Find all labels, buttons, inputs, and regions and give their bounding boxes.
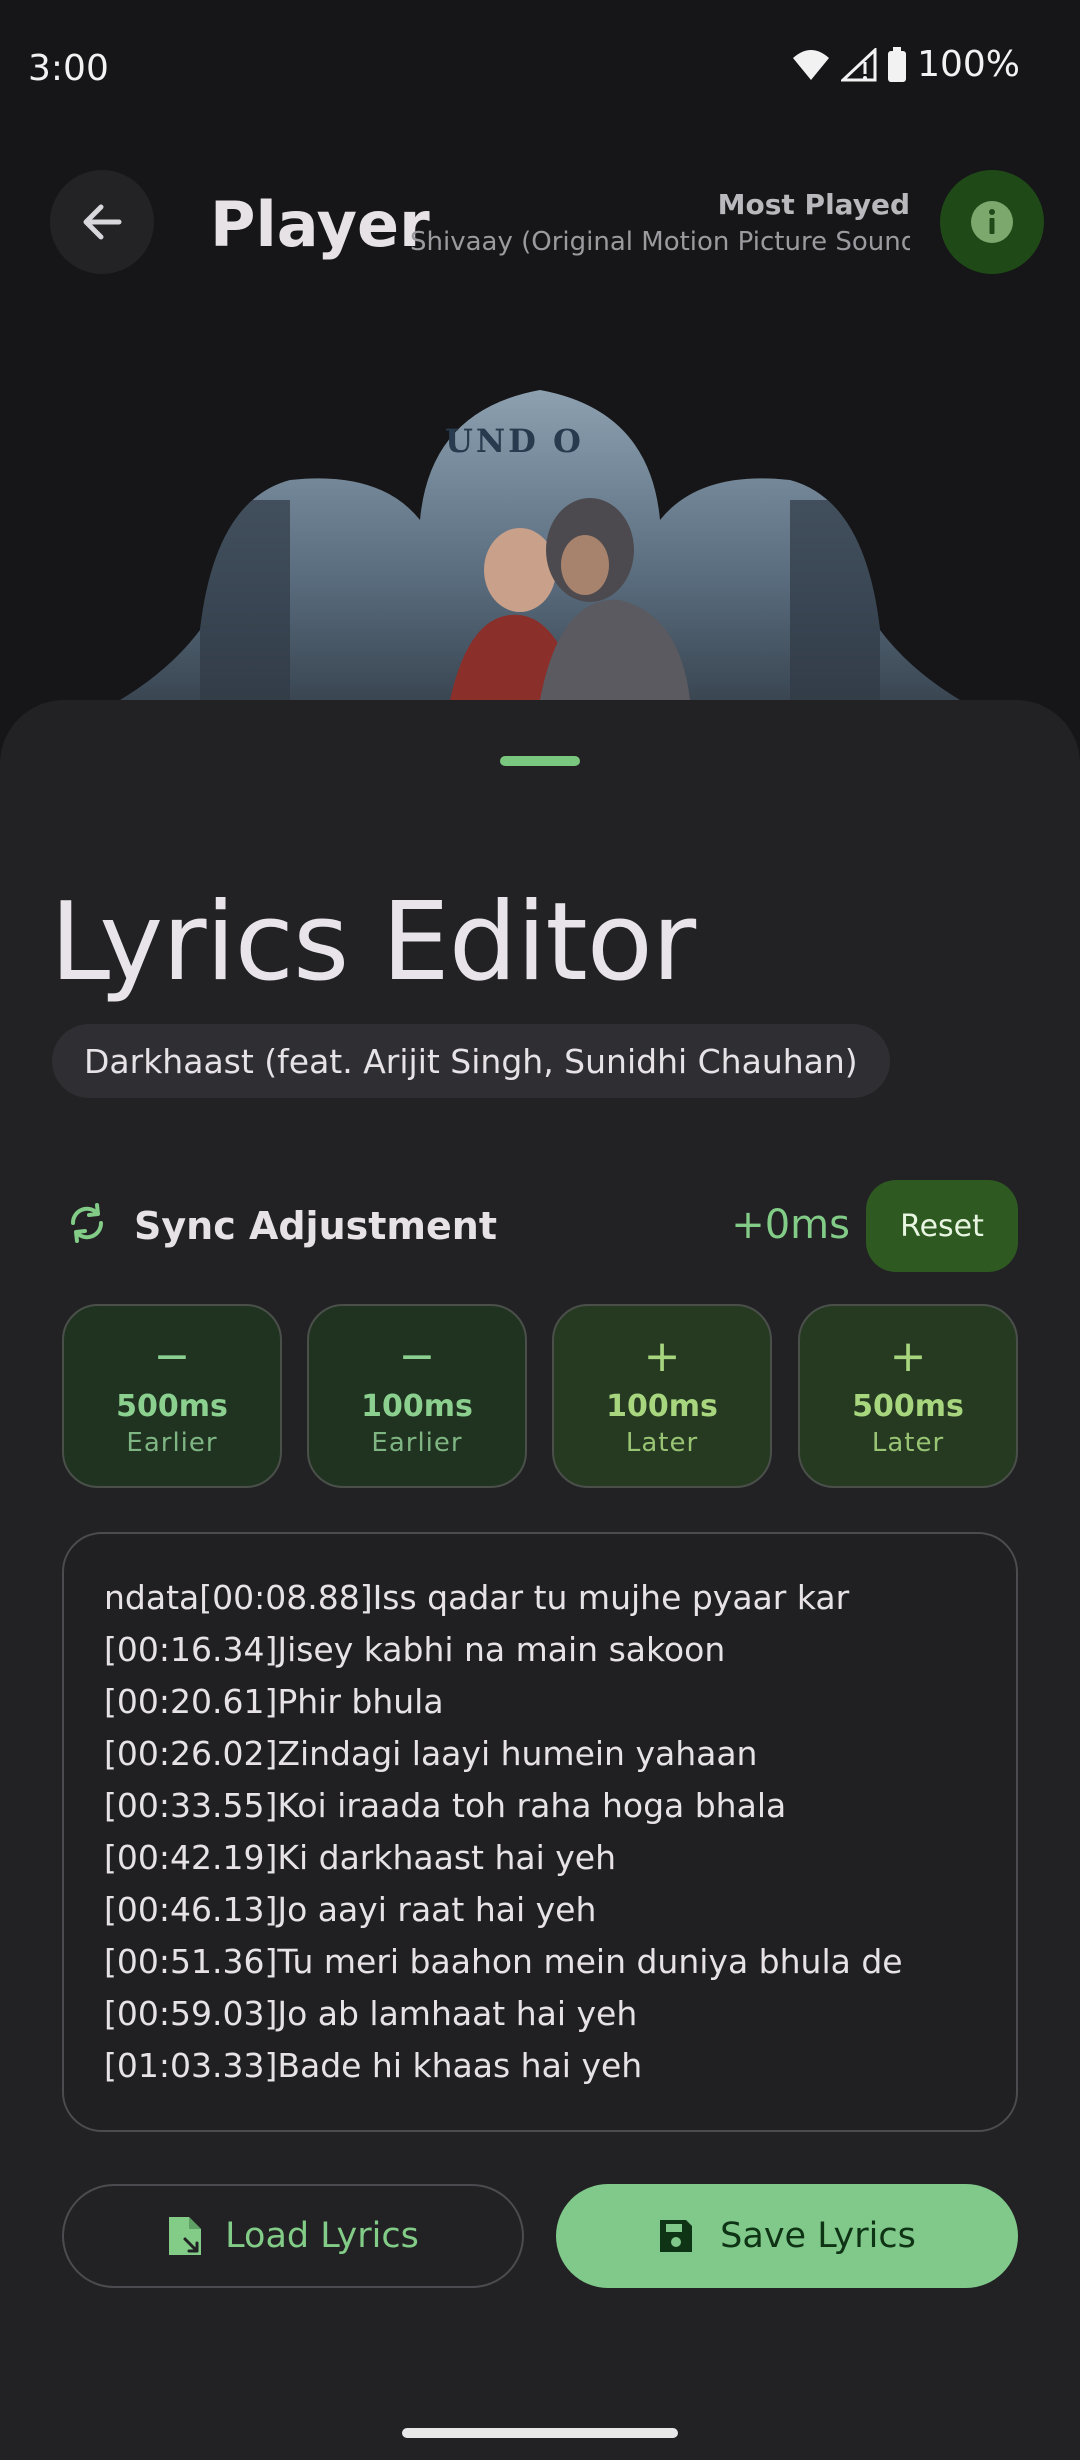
- most-played-chip[interactable]: Most Played Shivaay (Original Motion Pic…: [410, 178, 910, 278]
- wifi-icon: [793, 49, 830, 80]
- minus-icon: −: [398, 1330, 436, 1382]
- battery-icon: [888, 46, 907, 82]
- status-time: 3:00: [28, 48, 109, 89]
- sync-adjust-buttons: − 500ms Earlier − 100ms Earlier + 100ms …: [62, 1304, 1018, 1488]
- home-indicator[interactable]: [402, 2428, 678, 2438]
- minus-icon: −: [153, 1330, 191, 1382]
- lyric-line: [00:33.55]Koi iraada toh raha hoga bhala: [104, 1786, 787, 1825]
- song-title-chip: Darkhaast (feat. Arijit Singh, Sunidhi C…: [52, 1024, 890, 1098]
- status-icons: 100%: [791, 44, 1020, 85]
- song-title: Darkhaast (feat. Arijit Singh, Sunidhi C…: [84, 1041, 858, 1081]
- save-lyrics-label: Save Lyrics: [720, 2216, 916, 2256]
- lyric-line: [00:46.13]Jo aayi raat hai yeh: [104, 1890, 597, 1929]
- sync-adjustment-row: Sync Adjustment +0ms Reset: [0, 1180, 1080, 1272]
- minus-100ms-button[interactable]: − 100ms Earlier: [307, 1304, 527, 1488]
- plus-100ms-button[interactable]: + 100ms Later: [552, 1304, 772, 1488]
- sync-label: Sync Adjustment: [134, 1204, 498, 1248]
- adjust-direction: Later: [871, 1427, 945, 1458]
- battery-percent: 100%: [917, 44, 1020, 85]
- file-open-icon: [169, 2217, 202, 2255]
- now-playing-marquee: Shivaay (Original Motion Picture Soundtr…: [410, 227, 910, 257]
- lyrics-editor-sheet: Lyrics Editor Darkhaast (feat. Arijit Si…: [0, 700, 1080, 2460]
- lyric-line: [00:20.61]Phir bhula: [104, 1682, 444, 1721]
- plus-icon: +: [643, 1330, 681, 1382]
- adjust-direction: Later: [625, 1427, 699, 1458]
- arrow-back-icon: [83, 204, 122, 240]
- lyric-line: [00:26.02]Zindagi laayi humein yahaan: [104, 1734, 758, 1773]
- load-lyrics-button[interactable]: Load Lyrics: [62, 2184, 524, 2288]
- plus-icon: +: [889, 1330, 927, 1382]
- drag-handle[interactable]: [500, 756, 580, 766]
- adjust-value: 500ms: [852, 1388, 964, 1424]
- action-buttons: Load Lyrics Save Lyrics: [62, 2184, 1018, 2288]
- sync-offset-value: +0ms: [731, 1202, 850, 1248]
- most-played-label: Most Played: [717, 188, 910, 221]
- save-icon: [660, 2220, 693, 2252]
- adjust-direction: Earlier: [126, 1427, 218, 1458]
- adjust-value: 500ms: [116, 1388, 228, 1424]
- reset-button[interactable]: Reset: [866, 1180, 1018, 1272]
- sync-icon: [70, 1203, 104, 1243]
- adjust-direction: Earlier: [371, 1427, 463, 1458]
- lyrics-text-area[interactable]: ndata[00:08.88]Iss qadar tu mujhe pyaar …: [62, 1532, 1018, 2132]
- plus-500ms-button[interactable]: + 500ms Later: [798, 1304, 1018, 1488]
- adjust-value: 100ms: [606, 1388, 718, 1424]
- editor-title: Lyrics Editor: [50, 880, 696, 1005]
- lyric-line: [00:42.19]Ki darkhaast hai yeh: [104, 1838, 616, 1877]
- top-app-bar: Player Most Played Shivaay (Original Mot…: [0, 160, 1080, 290]
- minus-500ms-button[interactable]: − 500ms Earlier: [62, 1304, 282, 1488]
- screen: 3:00 100% Player Most Played Shivaay (Or…: [0, 0, 1080, 2460]
- lyric-line: [00:16.34]Jisey kabhi na main sakoon: [104, 1630, 726, 1669]
- adjust-value: 100ms: [361, 1388, 473, 1424]
- info-icon: [971, 201, 1013, 243]
- load-lyrics-label: Load Lyrics: [225, 2216, 419, 2256]
- status-bar: 3:00 100%: [0, 0, 1080, 140]
- back-button[interactable]: [50, 170, 154, 274]
- lyric-line: [01:03.33]Bade hi khaas hai yeh: [104, 2046, 643, 2085]
- save-lyrics-button[interactable]: Save Lyrics: [556, 2184, 1018, 2288]
- album-art-text: UND O: [445, 422, 584, 460]
- cellular-signal-icon: [841, 47, 877, 81]
- album-art-image: UND O: [120, 390, 960, 700]
- album-art: UND O: [0, 380, 1080, 700]
- info-button[interactable]: [940, 170, 1044, 274]
- lyric-line: ndata[00:08.88]Iss qadar tu mujhe pyaar …: [104, 1578, 850, 1617]
- lyric-line: [00:59.03]Jo ab lamhaat hai yeh: [104, 1994, 638, 2033]
- lyric-line: [00:51.36]Tu meri baahon mein duniya bhu…: [104, 1942, 903, 1981]
- page-title: Player: [210, 188, 430, 261]
